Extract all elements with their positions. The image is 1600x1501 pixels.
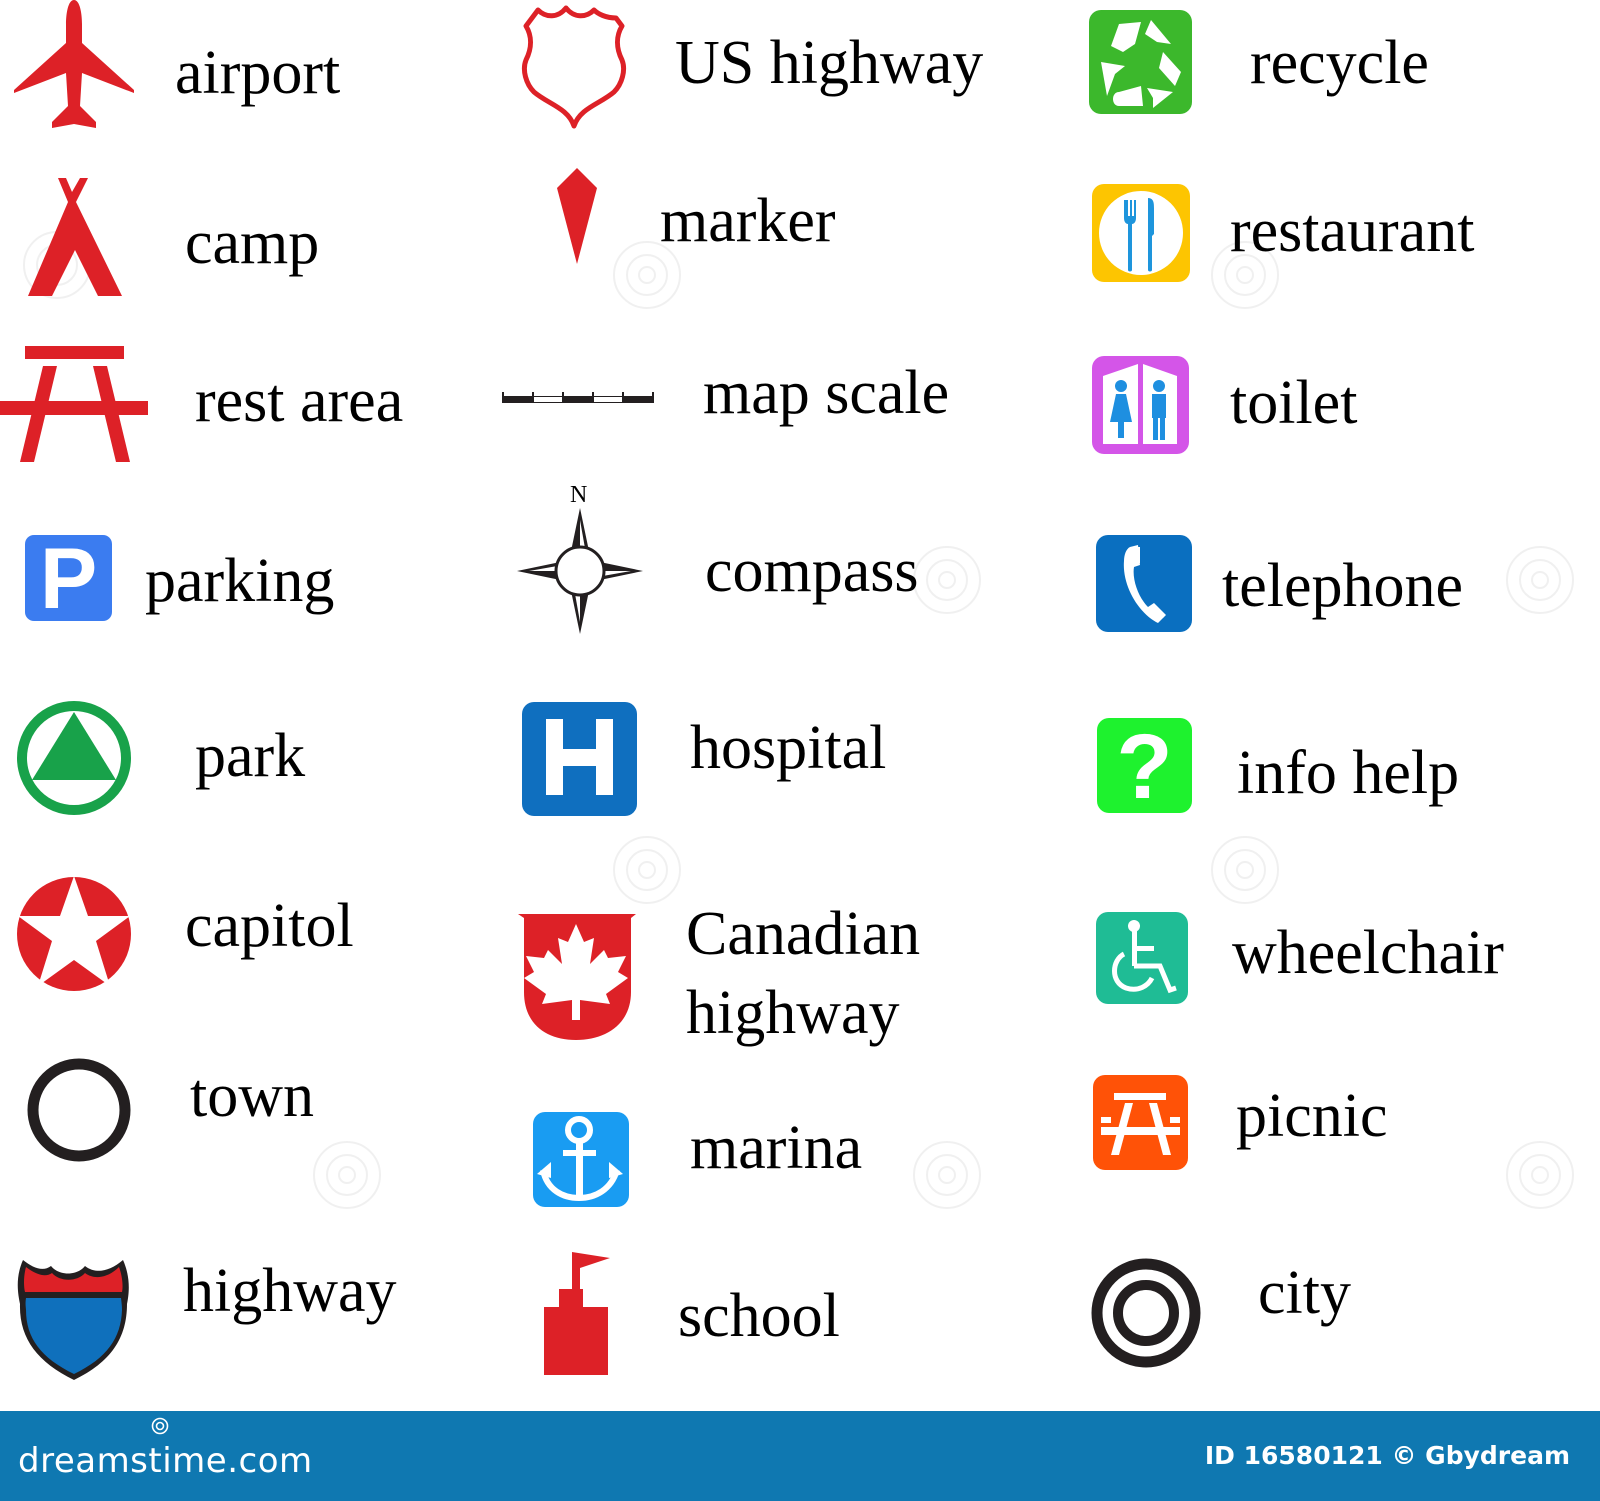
- ring-icon: [27, 1058, 131, 1162]
- legend-label: park: [195, 722, 306, 790]
- legend-label: US highway: [675, 29, 984, 97]
- question-mark-glyph: ?: [1116, 716, 1173, 818]
- legend-label: wheelchair: [1232, 919, 1504, 987]
- school-flag-icon: [544, 1252, 610, 1375]
- wheelchair-glyph: [1112, 920, 1177, 994]
- legend-label: compass: [705, 537, 919, 605]
- picnic-table-icon: [0, 346, 148, 462]
- legend-label: info help: [1237, 739, 1460, 807]
- parking-glyph: P: [39, 531, 98, 627]
- picnic-table-glyph: [1101, 1093, 1180, 1155]
- recycle-arrows-glyph: [1101, 20, 1181, 108]
- watermark-spiral: [913, 546, 981, 614]
- interstate-shield-icon: [17, 1260, 129, 1380]
- legend-label: town: [190, 1062, 314, 1130]
- restroom-icon: [1092, 356, 1189, 454]
- watermark-spiral: [313, 1141, 381, 1209]
- watermark-spiral: [1506, 1141, 1574, 1209]
- legend-label: toilet: [1230, 369, 1358, 437]
- legend-label: school: [678, 1282, 840, 1350]
- legend-label: hospital: [690, 714, 887, 782]
- legend-label: Canadian highway: [686, 900, 921, 1048]
- parking-icon: P: [25, 531, 112, 627]
- telephone-icon: [1096, 535, 1192, 632]
- legend-label: city: [1258, 1259, 1351, 1327]
- hospital-h-glyph: [546, 719, 613, 795]
- picnic-table-square-icon: [1093, 1075, 1188, 1170]
- marker-pin-icon: [557, 168, 597, 264]
- recycle-icon: [1089, 10, 1192, 114]
- legend-label: picnic: [1236, 1082, 1388, 1150]
- image-credit: ID 16580121 © Gbydream: [1204, 1441, 1570, 1470]
- triangle-in-circle-icon: [17, 701, 131, 815]
- legend-label: highway: [183, 1257, 397, 1325]
- anchor-icon: [533, 1112, 629, 1207]
- watermark-spiral: [913, 1141, 981, 1209]
- compass-rose-icon: [517, 508, 643, 634]
- watermark-spiral: [613, 836, 681, 904]
- tent-icon: [28, 178, 122, 296]
- compass-north-label: N: [570, 482, 588, 508]
- legend-label: airport: [175, 39, 341, 107]
- anchor-glyph: [537, 1116, 623, 1202]
- watermark-spiral: [1211, 836, 1279, 904]
- star-in-circle-icon: [17, 876, 131, 991]
- telephone-handset-glyph: [1123, 545, 1166, 623]
- brand-logo-text[interactable]: dreamstime.com: [18, 1441, 313, 1481]
- legend-label: map scale: [703, 359, 950, 427]
- fork-knife-glyph: [1099, 191, 1183, 275]
- airplane-icon: [14, 0, 134, 128]
- question-mark-icon: ?: [1097, 716, 1192, 818]
- legend-label: marker: [660, 187, 836, 255]
- legend-label: recycle: [1250, 29, 1429, 97]
- maple-leaf-shield-icon: [518, 914, 636, 1040]
- dreamstime-spiral-icon: [151, 1417, 169, 1435]
- legend-label: camp: [185, 209, 320, 277]
- legend-label: restaurant: [1230, 197, 1475, 265]
- restroom-figures-glyph: [1103, 364, 1177, 444]
- legend-label: capitol: [185, 892, 354, 960]
- hospital-icon: [522, 702, 637, 816]
- watermark-spiral: [1506, 546, 1574, 614]
- legend-label: telephone: [1222, 552, 1464, 620]
- wheelchair-icon: [1096, 912, 1188, 1004]
- fork-knife-icon: [1092, 184, 1190, 282]
- legend-label: marina: [690, 1114, 863, 1182]
- legend-label: parking: [145, 547, 335, 615]
- us-shield-icon: [521, 5, 627, 129]
- footer-bar: dreamstime.com ID 16580121 © Gbydream: [0, 1411, 1600, 1501]
- legend-label: rest area: [195, 367, 404, 435]
- double-ring-icon: [1091, 1258, 1201, 1368]
- scale-bar-icon: [502, 392, 654, 403]
